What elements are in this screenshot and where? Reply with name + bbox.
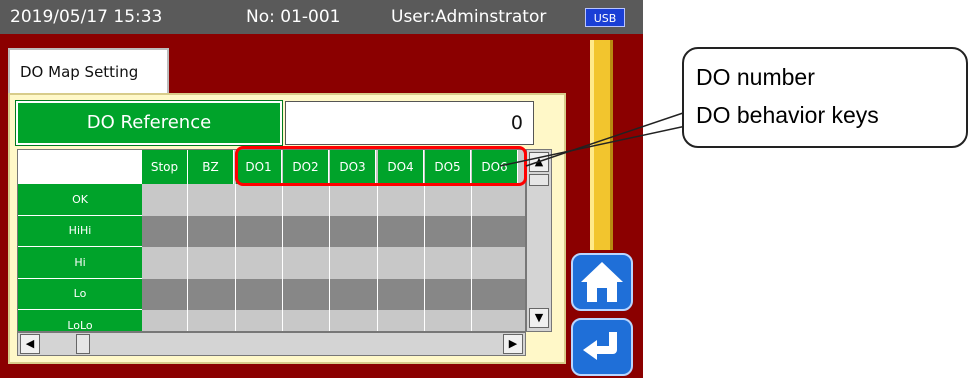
callout-box: DO number DO behavior keys	[682, 47, 968, 148]
callout-line-do-number: DO number	[696, 64, 815, 90]
callout-line-do-behavior-keys: DO behavior keys	[696, 102, 879, 128]
